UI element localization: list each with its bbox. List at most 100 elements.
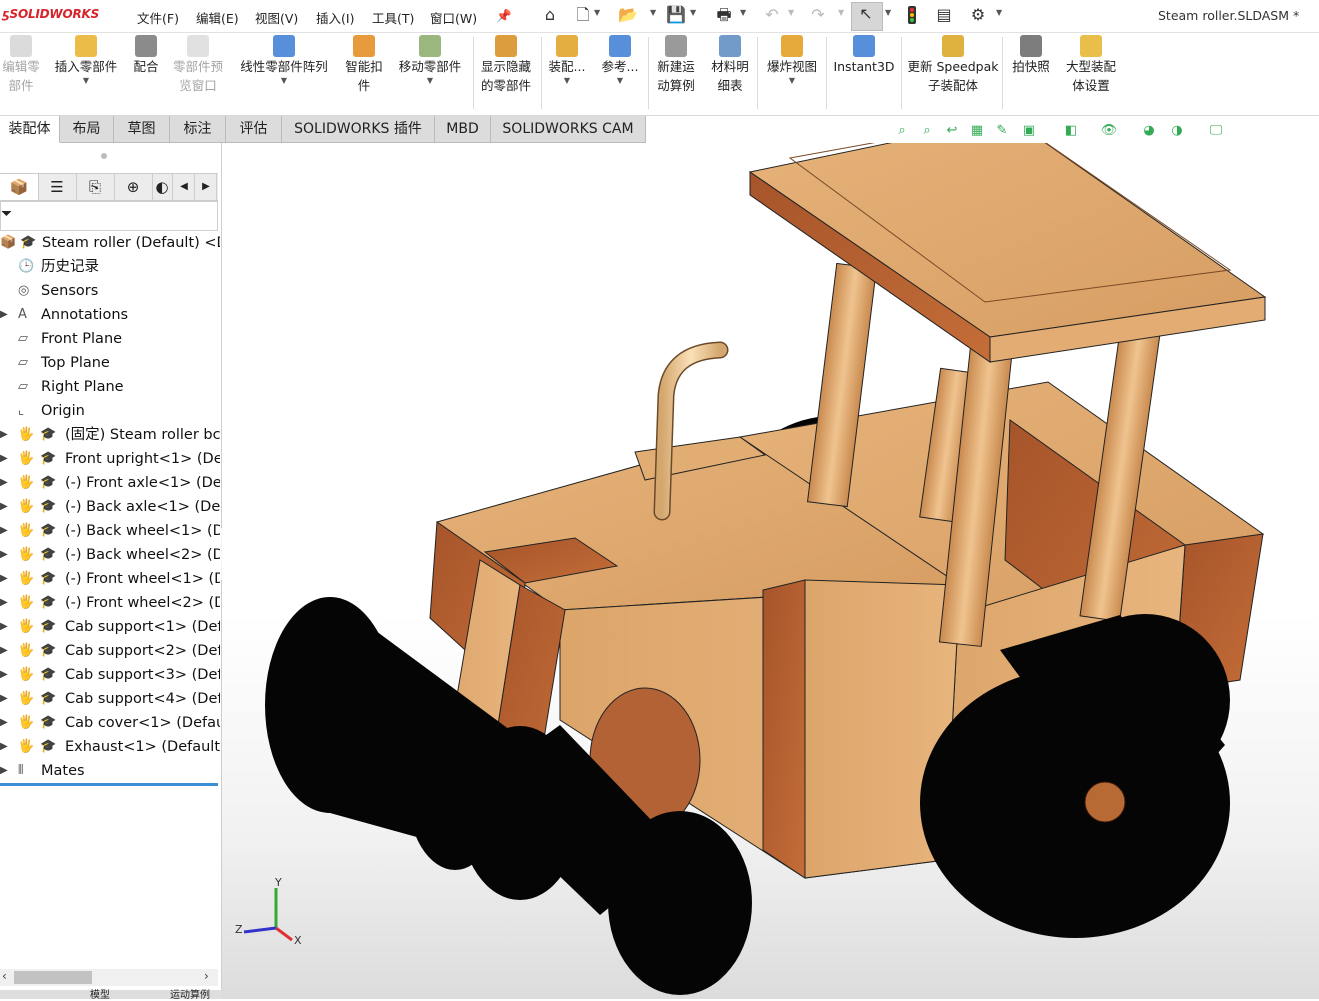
expand-arrow-icon[interactable]: ▶ (0, 567, 8, 591)
command-dropdown-icon[interactable]: ▼ (395, 76, 465, 86)
redo-dropdown-icon[interactable]: ▼ (838, 8, 844, 17)
expand-arrow-icon[interactable]: ▶ (0, 471, 8, 495)
command-button[interactable]: 更新 Speedpak 子装配体 (907, 35, 999, 95)
tree-item[interactable]: ▶ 🖐 🎓 (-) Back wheel<1> (De (0, 519, 220, 543)
expand-arrow-icon[interactable]: ▶ (0, 543, 8, 567)
tree-item[interactable]: ▱ Right Plane (0, 375, 220, 399)
command-button[interactable]: 爆炸视图 ▼ (763, 35, 821, 86)
command-button[interactable]: Instant3D (833, 35, 895, 76)
feature-manager-tab-icon[interactable]: 📦 (0, 174, 39, 200)
view-orientation-icon[interactable]: ▣ (1020, 122, 1038, 140)
tree-item[interactable]: ▶ 🖐 🎓 Exhaust<1> (Default) (0, 735, 220, 759)
expand-arrow-icon[interactable]: ▶ (0, 687, 8, 711)
tree-item[interactable]: ▶ 🖐 🎓 (-) Front wheel<1> (D (0, 567, 220, 591)
command-button[interactable]: 参考... ▼ (601, 35, 639, 86)
open-dropdown-icon[interactable]: ▼ (650, 8, 656, 17)
command-button[interactable]: 显示隐藏 的零部件 (477, 35, 535, 95)
panel-grip[interactable] (101, 153, 107, 159)
command-dropdown-icon[interactable]: ▼ (763, 76, 821, 86)
options-dropdown-icon[interactable]: ▼ (996, 8, 1002, 17)
zoom-to-fit-icon[interactable]: ⌕ (893, 122, 911, 140)
expand-arrow-icon[interactable]: ▶ (0, 303, 8, 327)
print-icon[interactable]: 🖶 (714, 5, 734, 25)
expand-arrow-icon[interactable]: ▶ (0, 639, 8, 663)
menu-item[interactable]: 工具(T) (372, 8, 414, 27)
menu-item[interactable]: 窗口(W) (430, 8, 477, 27)
apply-scene-icon[interactable]: ◑ (1168, 122, 1186, 140)
tree-filter[interactable]: ⏷ (0, 201, 218, 231)
command-dropdown-icon[interactable]: ▼ (601, 76, 639, 86)
front-wheel-1-back[interactable] (460, 726, 580, 900)
command-tab[interactable]: SOLIDWORKS 插件 (282, 116, 435, 143)
previous-view-icon[interactable]: ↩ (943, 122, 961, 140)
undo-icon[interactable]: ↶ (762, 5, 782, 25)
command-tab[interactable]: 草图 (114, 116, 170, 143)
redo-icon[interactable]: ↷ (808, 5, 828, 25)
command-button[interactable]: 材料明 细表 (709, 35, 751, 95)
file-properties-icon[interactable]: ▤ (934, 5, 954, 25)
command-tab[interactable]: 标注 (170, 116, 226, 143)
expand-arrow-icon[interactable]: ▶ (0, 519, 8, 543)
expand-arrow-icon[interactable]: ▶ (0, 663, 8, 687)
body-front-side-strip[interactable] (762, 579, 806, 879)
tree-horizontal-scrollbar[interactable]: ‹ › (0, 969, 218, 986)
command-button[interactable]: 插入零部件 ▼ (50, 35, 122, 86)
command-button[interactable]: 编辑零 部件 (0, 35, 42, 95)
command-button[interactable]: 零部件预 览窗口 (168, 35, 228, 95)
edit-appearance-icon[interactable]: ◕ (1140, 122, 1158, 140)
expand-arrow-icon[interactable]: ▶ (0, 735, 8, 759)
home-icon[interactable]: ⌂ (540, 5, 560, 25)
tree-item[interactable]: ▱ Top Plane (0, 351, 220, 375)
command-button[interactable]: 装配... ▼ (548, 35, 586, 86)
tree-item[interactable]: 🕒 历史记录 (0, 255, 220, 279)
command-tab[interactable]: SOLIDWORKS CAM (491, 116, 646, 143)
expand-arrow-icon[interactable]: ▶ (0, 447, 8, 471)
section-view-icon[interactable]: ▦ (968, 122, 986, 140)
new-document-icon[interactable]: 🗋 (573, 5, 593, 25)
tree-item[interactable]: ◎ Sensors (0, 279, 220, 303)
command-dropdown-icon[interactable]: ▼ (548, 76, 586, 86)
print-dropdown-icon[interactable]: ▼ (740, 8, 746, 17)
tree-item[interactable]: ▶ 🖐 🎓 Cab cover<1> (Defau (0, 711, 220, 735)
display-style-icon[interactable]: ◧ (1062, 122, 1080, 140)
command-button[interactable]: 线性零部件阵列 ▼ (235, 35, 333, 86)
tree-item[interactable]: ⌞ Origin (0, 399, 220, 423)
scroll-thumb[interactable] (14, 971, 92, 984)
undo-dropdown-icon[interactable]: ▼ (788, 8, 794, 17)
tree-item[interactable]: 📦 🎓 Steam roller (Default) <D (0, 231, 220, 255)
menu-item[interactable]: 文件(F) (137, 8, 179, 27)
tree-item[interactable]: ▶ 🖐 🎓 (-) Back wheel<2> (De (0, 543, 220, 567)
pin-menu-icon[interactable]: 📌 (496, 8, 512, 24)
tree-item[interactable]: ▶ A Annotations (0, 303, 220, 327)
new-dropdown-icon[interactable]: ▼ (594, 8, 600, 17)
steam-roller-model[interactable] (222, 143, 1319, 999)
options-gear-icon[interactable]: ⚙ (968, 5, 988, 25)
hide-show-items-icon[interactable]: 👁 (1100, 122, 1118, 140)
command-button[interactable]: 大型装配 体设置 (1062, 35, 1120, 95)
rollback-bar[interactable] (0, 783, 218, 786)
front-wheel-1-face[interactable] (608, 811, 752, 995)
expand-arrow-icon[interactable]: ▶ (0, 711, 8, 735)
expand-arrow-icon[interactable]: ▶ (0, 759, 8, 783)
open-icon[interactable]: 📂 (618, 5, 638, 25)
command-tab[interactable]: 评估 (226, 116, 282, 143)
save-icon[interactable]: 💾 (666, 5, 686, 25)
save-dropdown-icon[interactable]: ▼ (690, 8, 696, 17)
scroll-right-icon[interactable]: › (204, 969, 209, 983)
dimxpert-tab-icon[interactable]: ⊕ (114, 174, 153, 200)
filter-funnel-icon[interactable]: ⏷ (1, 206, 12, 222)
tree-item[interactable]: ▶ 🖐 🎓 Cab support<1> (Def (0, 615, 220, 639)
back-wheel-1-face[interactable] (920, 668, 1230, 938)
tree-item[interactable]: ▶ 🖐 🎓 (固定) Steam roller bc (0, 423, 220, 447)
select-dropdown-icon[interactable]: ▼ (885, 8, 891, 17)
menu-item[interactable]: 编辑(E) (196, 8, 239, 27)
tabs-scroll-left-icon[interactable]: ◀ (174, 174, 195, 200)
expand-arrow-icon[interactable]: ▶ (0, 615, 8, 639)
command-dropdown-icon[interactable]: ▼ (235, 76, 333, 86)
zoom-area-icon[interactable]: ⌕ (918, 122, 936, 140)
back-axle-end[interactable] (1084, 781, 1126, 823)
command-button[interactable]: 新建运 动算例 (654, 35, 698, 95)
command-button[interactable]: 智能扣件 (343, 35, 385, 95)
command-button[interactable]: 拍快照 (1010, 35, 1052, 76)
display-manager-tab-icon[interactable]: ◐ (152, 174, 173, 200)
